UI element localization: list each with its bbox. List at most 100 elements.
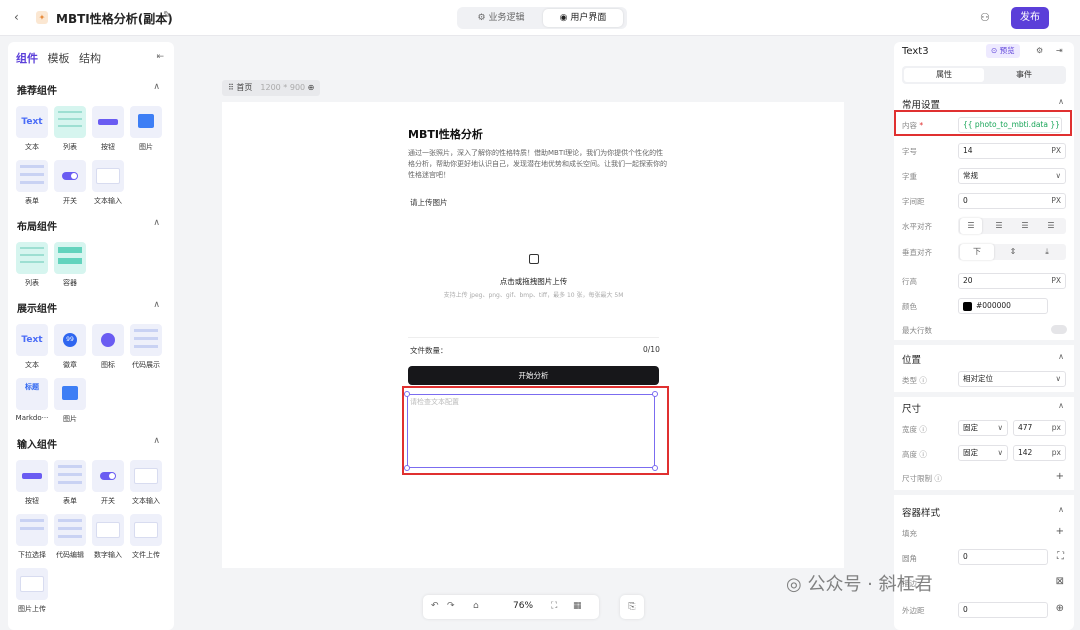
selected-text-component[interactable]: 请检查文本配置 <box>404 391 658 471</box>
component-number-input[interactable]: 数字输入 <box>90 514 126 560</box>
resize-handle[interactable] <box>404 465 410 471</box>
chevron-up-icon[interactable]: ∧ <box>153 436 160 446</box>
tab-user-interface[interactable]: ◉ 用户界面 <box>543 9 623 27</box>
margin-input[interactable]: 0 <box>958 602 1048 618</box>
component-input-form[interactable]: 表单 <box>52 460 88 506</box>
component-layout-list[interactable]: 列表 <box>14 242 50 288</box>
chevron-up-icon[interactable]: ∧ <box>1058 505 1064 514</box>
start-analysis-button[interactable]: 开始分析 <box>408 366 659 385</box>
component-text[interactable]: Text 文本 <box>14 106 50 152</box>
preview-button[interactable]: ⊙ 预览 <box>986 44 1020 58</box>
position-type-select[interactable]: 相对定位 ∨ <box>958 371 1066 387</box>
align-bottom-icon[interactable]: ⤓ <box>1032 244 1062 260</box>
tab-business-logic[interactable]: ⚙ 业务逻辑 <box>461 9 541 27</box>
tab-templates[interactable]: 模板 <box>48 52 70 65</box>
align-right-icon[interactable]: ☰ <box>1014 218 1036 234</box>
chevron-up-icon[interactable]: ∧ <box>153 300 160 310</box>
chevron-up-icon[interactable]: ∧ <box>1058 352 1064 361</box>
component-code-editor[interactable]: 代码编辑 <box>52 514 88 560</box>
line-height-input[interactable]: 20 PX <box>958 273 1066 289</box>
unit-label: px <box>1051 423 1061 432</box>
unit-label: PX <box>1051 146 1061 155</box>
back-icon[interactable]: ‹ <box>14 10 19 24</box>
chevron-up-icon[interactable]: ∧ <box>153 82 160 92</box>
height-input[interactable]: 142 px <box>1013 445 1066 461</box>
export-icon[interactable]: ⎘ <box>620 595 644 619</box>
border-icon[interactable]: ⊠ <box>1056 576 1064 587</box>
edit-icon[interactable]: ✎ <box>163 10 171 21</box>
height-value: 142 <box>1018 448 1033 457</box>
color-swatch[interactable] <box>963 301 972 311</box>
component-image[interactable]: 图片 <box>128 106 164 152</box>
section-title: 布局组件 <box>17 222 57 233</box>
height-mode-select[interactable]: 固定 ∨ <box>958 445 1008 461</box>
margin-icon[interactable]: ⊕ <box>1056 603 1064 614</box>
component-image-upload[interactable]: 图片上传 <box>14 568 50 614</box>
undo-icon[interactable]: ↶ <box>431 601 439 611</box>
component-display-text[interactable]: Text 文本 <box>14 324 50 370</box>
resize-handle[interactable] <box>652 391 658 397</box>
chevron-up-icon[interactable]: ∧ <box>1058 97 1064 106</box>
resize-handle[interactable] <box>652 465 658 471</box>
component-select[interactable]: 下拉选择 <box>14 514 50 560</box>
grid-icon[interactable]: ▦ <box>573 601 582 611</box>
component-badge[interactable]: 99 徽章 <box>52 324 88 370</box>
component-icon[interactable]: 图标 <box>90 324 126 370</box>
add-circle-icon[interactable]: ⊕ <box>308 83 315 92</box>
page-title[interactable]: MBTI性格分析 <box>408 126 483 142</box>
page-crumb[interactable]: ⠿ 首页 1200 * 900 ⊕ <box>222 80 321 96</box>
width-input[interactable]: 477 px <box>1013 420 1066 436</box>
align-center-icon[interactable]: ☰ <box>988 218 1010 234</box>
component-switch[interactable]: 开关 <box>52 160 88 206</box>
component-code-display[interactable]: 代码展示 <box>128 324 164 370</box>
radius-input[interactable]: 0 <box>958 549 1048 565</box>
component-markdown[interactable]: 标题 Markdo··· <box>14 378 50 422</box>
add-icon[interactable]: + <box>1056 526 1064 537</box>
zoom-level[interactable]: 76% <box>513 601 533 611</box>
fit-screen-icon[interactable]: ⛶ <box>551 601 557 611</box>
letter-spacing-input[interactable]: 0 PX <box>958 193 1066 209</box>
align-justify-icon[interactable]: ☰ <box>1040 218 1062 234</box>
align-top-option[interactable]: 下 <box>960 244 994 260</box>
max-lines-toggle[interactable] <box>1051 325 1067 334</box>
content-input[interactable]: {{ photo_to_mbti.data }} <box>958 117 1062 133</box>
font-weight-select[interactable]: 常规 ∨ <box>958 168 1066 184</box>
align-middle-icon[interactable]: ⇕ <box>998 244 1028 260</box>
corner-icon[interactable]: ⛶ <box>1057 551 1064 562</box>
tab-structure[interactable]: 结构 <box>79 52 101 65</box>
image-upload-area[interactable]: 点击或拖拽图片上传 支持上传 jpeg、png、gif、bmp、tiff，最多 … <box>408 212 659 338</box>
align-left-icon[interactable]: ☰ <box>960 218 982 234</box>
component-input-switch[interactable]: 开关 <box>90 460 126 506</box>
settings-icon[interactable]: ⚙ <box>1036 46 1043 55</box>
component-form[interactable]: 表单 <box>14 160 50 206</box>
publish-button[interactable]: 发布 <box>1011 7 1049 29</box>
size-limit-label: 尺寸限制 ⓘ <box>902 473 942 484</box>
page-description[interactable]: 通过一张照片，深入了解你的性格特质！借助MBTI理论，我们为你提供个性化的性格分… <box>408 148 670 181</box>
add-icon[interactable]: + <box>1056 471 1064 482</box>
collapse-panel-icon[interactable]: ⇥ <box>1056 46 1063 55</box>
chevron-up-icon[interactable]: ∧ <box>153 218 160 228</box>
collapse-panel-icon[interactable]: ⇤ <box>156 52 164 62</box>
color-input[interactable]: #000000 <box>958 298 1048 314</box>
tab-events[interactable]: 事件 <box>984 68 1064 82</box>
width-mode-select[interactable]: 固定 ∨ <box>958 420 1008 436</box>
canvas-toolbar: ↶ ↷ ⌂ 76% ⛶ ▦ <box>423 595 599 619</box>
component-file-upload[interactable]: 文件上传 <box>128 514 164 560</box>
component-input-button[interactable]: 按钮 <box>14 460 50 506</box>
tab-properties[interactable]: 属性 <box>904 68 984 82</box>
chevron-up-icon[interactable]: ∧ <box>1058 401 1064 410</box>
mouse-icon[interactable]: ⌂ <box>473 601 479 611</box>
resize-handle[interactable] <box>404 391 410 397</box>
component-list[interactable]: 列表 <box>52 106 88 152</box>
design-canvas[interactable]: ⠿ 首页 1200 * 900 ⊕ MBTI性格分析 通过一张照片，深入了解你的性… <box>182 42 888 630</box>
tab-components[interactable]: 组件 <box>16 52 38 65</box>
component-display-image[interactable]: 图片 <box>52 378 88 424</box>
component-button[interactable]: 按钮 <box>90 106 126 152</box>
font-size-input[interactable]: 14 PX <box>958 143 1066 159</box>
component-input-text[interactable]: 文本输入 <box>128 460 164 506</box>
component-text-input[interactable]: 文本输入 <box>90 160 126 206</box>
redo-icon[interactable]: ↷ <box>447 601 455 611</box>
component-container[interactable]: 容器 <box>52 242 88 288</box>
label-text: 宽度 <box>902 425 917 434</box>
collaborator-icon[interactable]: ⚇ <box>980 11 990 24</box>
